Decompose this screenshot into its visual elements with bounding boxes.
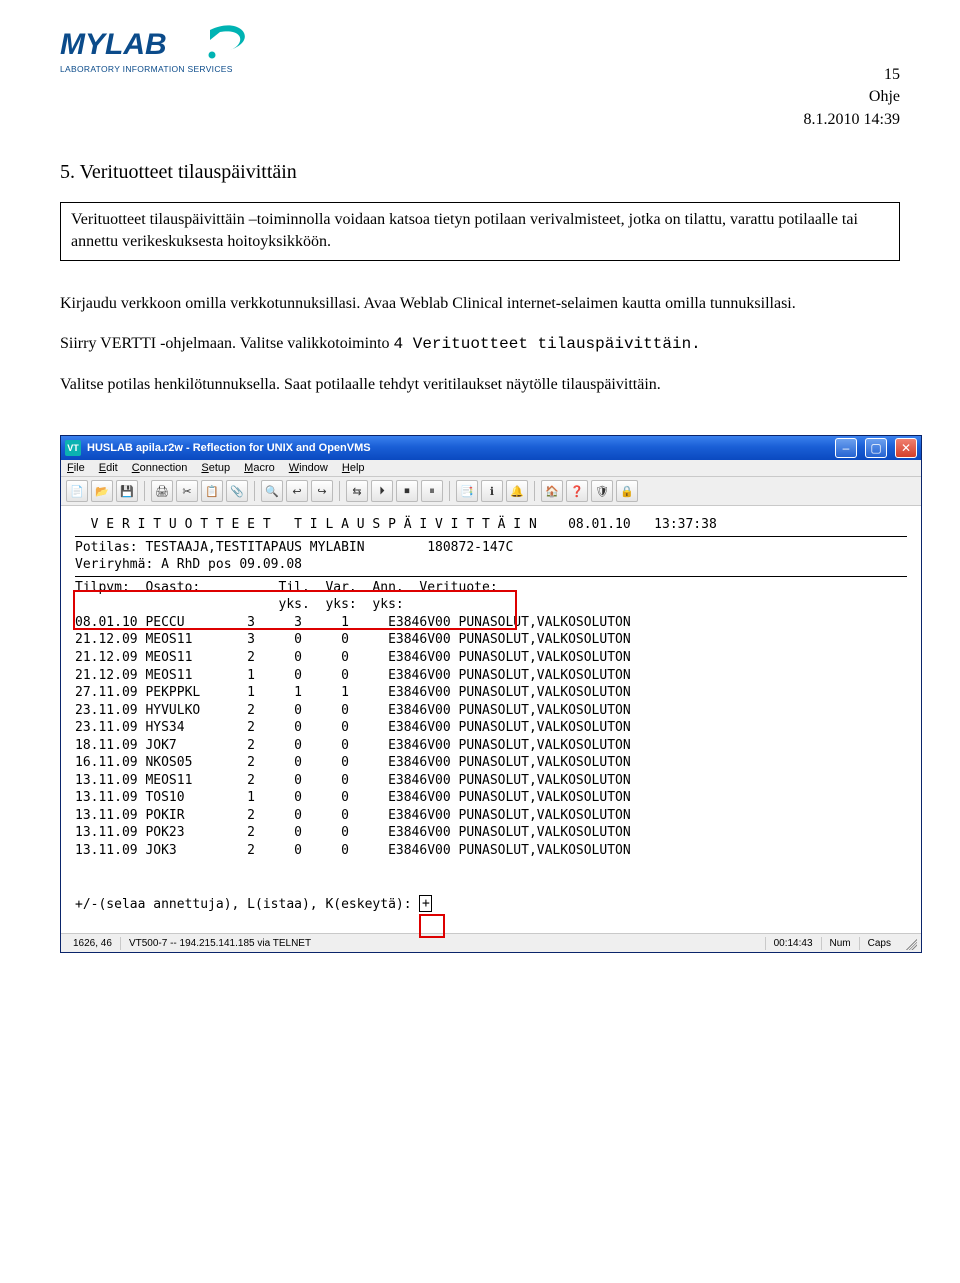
toolbar-button-15[interactable]: ℹ bbox=[481, 480, 503, 502]
minimize-button[interactable]: – bbox=[835, 438, 857, 458]
toolbar-button-5[interactable]: 📋 bbox=[201, 480, 223, 502]
term-prompt-line: +/-(selaa annettuja), L(istaa), K(eskeyt… bbox=[75, 895, 907, 914]
term-row: 21.12.09 MEOS11 1 0 0 E3846V00 PUNASOLUT… bbox=[75, 667, 907, 685]
toolbar-button-18[interactable]: ❓ bbox=[566, 480, 588, 502]
toolbar: 📄📂💾 🖨✂📋📎 🔍↩↪ ⇆⏵⏹⏸ 📑ℹ🔔 🏠❓🛡🔒 bbox=[61, 477, 921, 506]
window-title: HUSLAB apila.r2w - Reflection for UNIX a… bbox=[87, 442, 371, 454]
term-blank bbox=[75, 877, 907, 895]
term-row: 13.11.09 POKIR 2 0 0 E3846V00 PUNASOLUT,… bbox=[75, 807, 907, 825]
menu-help[interactable]: Help bbox=[342, 462, 365, 474]
status-num: Num bbox=[821, 937, 859, 950]
toolbar-button-20[interactable]: 🔒 bbox=[616, 480, 638, 502]
status-caps: Caps bbox=[859, 937, 899, 950]
section-title: 5. Verituotteet tilauspäivittäin bbox=[60, 161, 900, 184]
toolbar-button-3[interactable]: 🖨 bbox=[151, 480, 173, 502]
toolbar-button-7[interactable]: 🔍 bbox=[261, 480, 283, 502]
doc-datetime: 8.1.2010 14:39 bbox=[60, 109, 900, 131]
toolbar-button-17[interactable]: 🏠 bbox=[541, 480, 563, 502]
menu-choice-text: 4 Verituotteet tilauspäivittäin. bbox=[394, 335, 701, 353]
logo-text: MYLAB bbox=[60, 28, 167, 61]
menu-setup[interactable]: Setup bbox=[201, 462, 230, 474]
term-blank bbox=[75, 860, 907, 878]
toolbar-button-6[interactable]: 📎 bbox=[226, 480, 248, 502]
term-row: 13.11.09 JOK3 2 0 0 E3846V00 PUNASOLUT,V… bbox=[75, 842, 907, 860]
toolbar-button-14[interactable]: 📑 bbox=[456, 480, 478, 502]
menu-edit[interactable]: Edit bbox=[99, 462, 118, 474]
toolbar-button-13[interactable]: ⏸ bbox=[421, 480, 443, 502]
menu-bar: File Edit Connection Setup Macro Window Help bbox=[61, 460, 921, 477]
term-row: 13.11.09 TOS10 1 0 0 E3846V00 PUNASOLUT,… bbox=[75, 789, 907, 807]
app-icon: VT bbox=[65, 440, 81, 456]
page-header: 15 Ohje 8.1.2010 14:39 bbox=[60, 64, 900, 131]
toolbar-button-4[interactable]: ✂ bbox=[176, 480, 198, 502]
menu-macro[interactable]: Macro bbox=[244, 462, 275, 474]
term-row: 21.12.09 MEOS11 3 0 0 E3846V00 PUNASOLUT… bbox=[75, 631, 907, 649]
term-row: 13.11.09 POK23 2 0 0 E3846V00 PUNASOLUT,… bbox=[75, 824, 907, 842]
terminal-window: VT HUSLAB apila.r2w - Reflection for UNI… bbox=[60, 435, 922, 953]
toolbar-button-11[interactable]: ⏵ bbox=[371, 480, 393, 502]
menu-window[interactable]: Window bbox=[289, 462, 328, 474]
status-bar: 1626, 46 VT500-7 -- 194.215.141.185 via … bbox=[61, 933, 921, 952]
toolbar-button-10[interactable]: ⇆ bbox=[346, 480, 368, 502]
term-col-header-2: yks. yks: yks: bbox=[75, 596, 907, 614]
toolbar-button-2[interactable]: 💾 bbox=[116, 480, 138, 502]
term-prompt-input[interactable]: + bbox=[419, 895, 432, 912]
term-col-header-1: Tilpvm: Osasto: Til. Var. Ann. Verituote… bbox=[75, 579, 907, 597]
maximize-button[interactable]: ▢ bbox=[865, 438, 887, 458]
term-row: 18.11.09 JOK7 2 0 0 E3846V00 PUNASOLUT,V… bbox=[75, 737, 907, 755]
menu-file[interactable]: File bbox=[67, 462, 85, 474]
doc-type: Ohje bbox=[60, 86, 900, 108]
status-cursor: 1626, 46 bbox=[65, 937, 120, 950]
term-bloodgroup-line: Veriryhmä: A RhD pos 09.09.08 bbox=[75, 556, 907, 574]
toolbar-button-1[interactable]: 📂 bbox=[91, 480, 113, 502]
toolbar-button-9[interactable]: ↪ bbox=[311, 480, 333, 502]
close-button[interactable]: ✕ bbox=[895, 438, 917, 458]
paragraph-3: Valitse potilas henkilötunnuksella. Saat… bbox=[60, 374, 900, 396]
toolbar-button-0[interactable]: 📄 bbox=[66, 480, 88, 502]
toolbar-button-12[interactable]: ⏹ bbox=[396, 480, 418, 502]
term-row: 27.11.09 PEKPPKL 1 1 1 E3846V00 PUNASOLU… bbox=[75, 684, 907, 702]
paragraph-2: Siirry VERTTI -ohjelmaan. Valitse valikk… bbox=[60, 333, 900, 356]
term-row: 23.11.09 HYS34 2 0 0 E3846V00 PUNASOLUT,… bbox=[75, 719, 907, 737]
info-box: Verituotteet tilauspäivittäin –toiminnol… bbox=[60, 202, 900, 261]
window-titlebar[interactable]: VT HUSLAB apila.r2w - Reflection for UNI… bbox=[61, 436, 921, 460]
terminal-area[interactable]: V E R I T U O T T E E T T I L A U S P Ä … bbox=[61, 506, 921, 933]
menu-connection[interactable]: Connection bbox=[132, 462, 188, 474]
term-row: 16.11.09 NKOS05 2 0 0 E3846V00 PUNASOLUT… bbox=[75, 754, 907, 772]
term-row: 23.11.09 HYVULKO 2 0 0 E3846V00 PUNASOLU… bbox=[75, 702, 907, 720]
resize-grip-icon[interactable] bbox=[903, 936, 917, 950]
term-title-line: V E R I T U O T T E E T T I L A U S P Ä … bbox=[75, 516, 907, 534]
status-connection: VT500-7 -- 194.215.141.185 via TELNET bbox=[120, 937, 319, 950]
term-row: 21.12.09 MEOS11 2 0 0 E3846V00 PUNASOLUT… bbox=[75, 649, 907, 667]
term-patient-line: Potilas: TESTAAJA,TESTITAPAUS MYLABIN 18… bbox=[75, 539, 907, 557]
paragraph-1: Kirjaudu verkkoon omilla verkkotunnuksil… bbox=[60, 293, 900, 315]
toolbar-button-19[interactable]: 🛡 bbox=[591, 480, 613, 502]
status-elapsed: 00:14:43 bbox=[765, 937, 821, 950]
toolbar-button-8[interactable]: ↩ bbox=[286, 480, 308, 502]
term-row: 13.11.09 MEOS11 2 0 0 E3846V00 PUNASOLUT… bbox=[75, 772, 907, 790]
toolbar-button-16[interactable]: 🔔 bbox=[506, 480, 528, 502]
term-row: 08.01.10 PECCU 3 3 1 E3846V00 PUNASOLUT,… bbox=[75, 614, 907, 632]
